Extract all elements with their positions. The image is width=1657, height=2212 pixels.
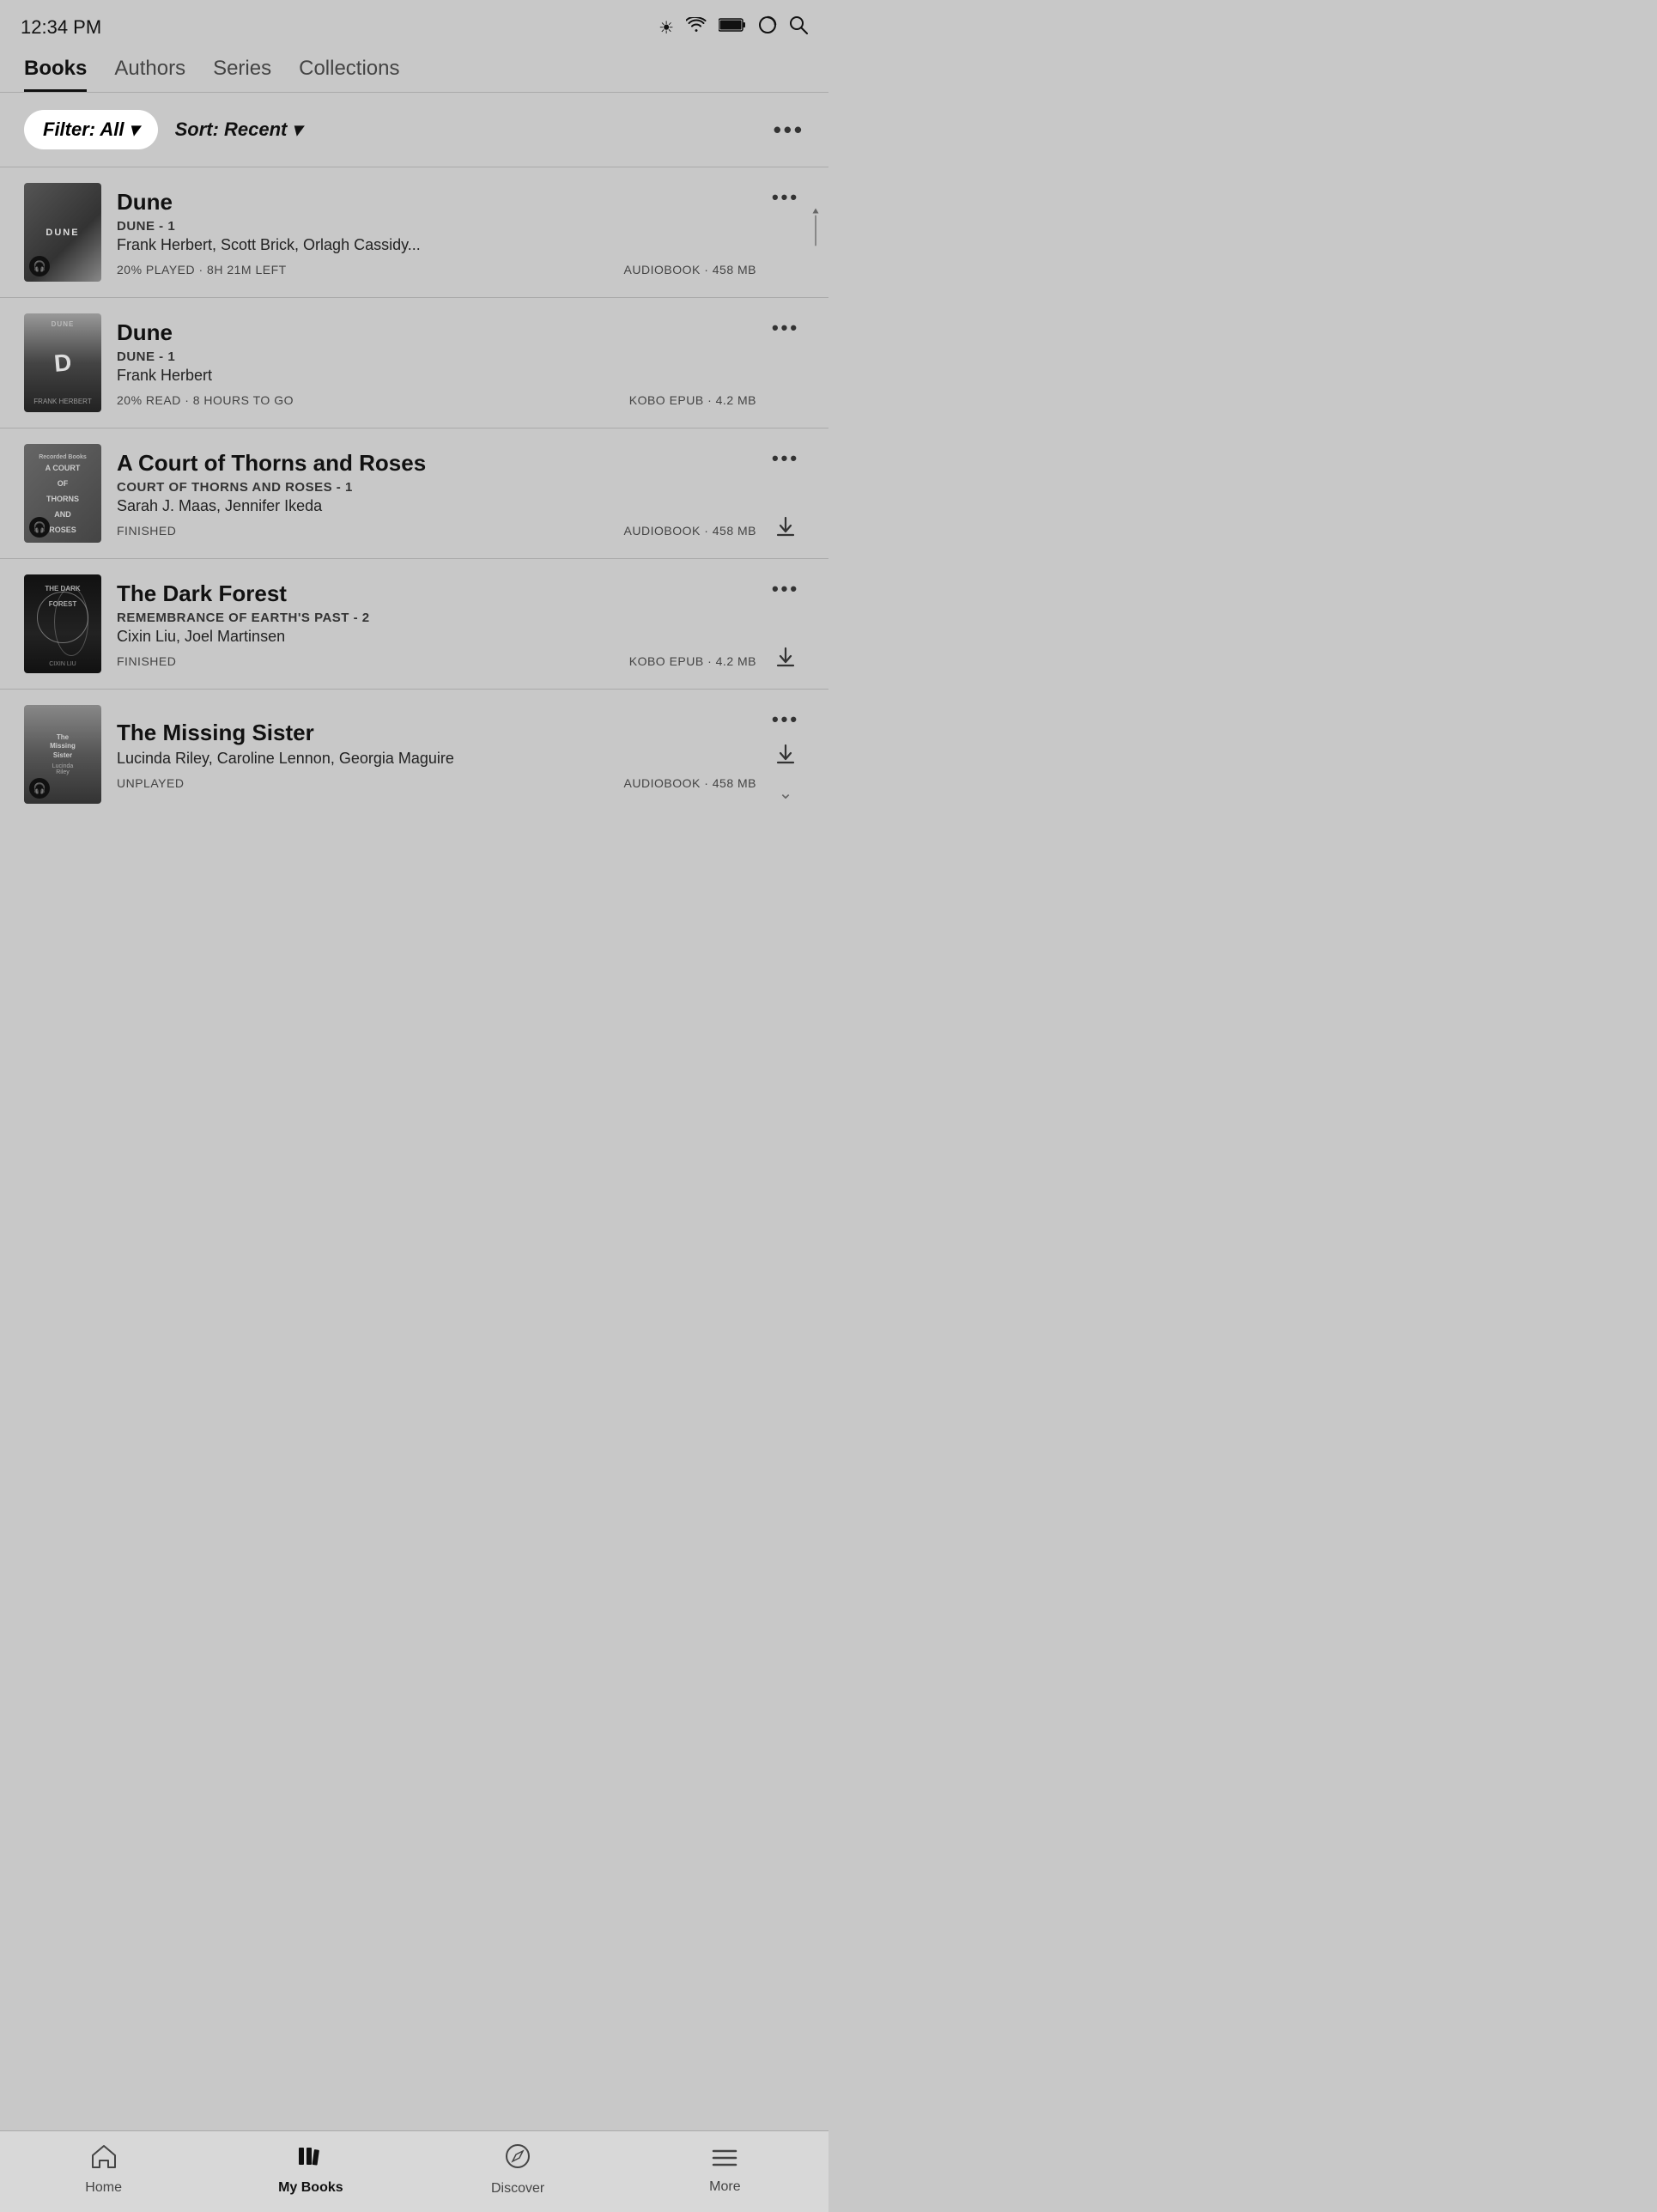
book-meta: 20% PLAYED · 8H 21M LEFT AUDIOBOOK · 458…: [117, 263, 756, 276]
book-authors: Frank Herbert: [117, 367, 756, 385]
book-meta: UNPLAYED AUDIOBOOK · 458 MB: [117, 776, 756, 790]
tabs-bar: Books Authors Series Collections: [0, 48, 828, 93]
tab-books[interactable]: Books: [24, 57, 87, 92]
filter-sort-bar: Filter: All ▾ Sort: Recent ▾ •••: [0, 93, 828, 167]
audiobook-badge: 🎧: [29, 778, 50, 799]
book-authors: Lucinda Riley, Caroline Lennon, Georgia …: [117, 750, 756, 768]
book-authors: Sarah J. Maas, Jennifer Ikeda: [117, 497, 756, 515]
book-more-button[interactable]: •••: [772, 186, 799, 209]
wifi-icon: [686, 17, 707, 38]
battery-icon: [719, 17, 746, 38]
search-icon[interactable]: [789, 15, 808, 40]
book-cover: DUNE 🎧: [24, 183, 101, 282]
download-button[interactable]: [776, 647, 795, 673]
list-item[interactable]: DUNE D FRANK HERBERT Dune DUNE - 1 Frank…: [0, 297, 828, 428]
book-format: KOBO EPUB · 4.2 MB: [629, 393, 756, 407]
nav-home[interactable]: Home: [70, 2144, 138, 2196]
book-list-items: DUNE 🎧 Dune DUNE - 1 Frank Herbert, Scot…: [0, 167, 828, 819]
expand-icon[interactable]: ⌄: [779, 782, 793, 804]
book-series: COURT OF THORNS AND ROSES - 1: [117, 480, 756, 495]
nav-discover[interactable]: Discover: [483, 2143, 552, 2197]
book-actions: •••: [767, 183, 804, 282]
nav-home-label: Home: [85, 2180, 122, 2196]
book-cover: DUNE D FRANK HERBERT: [24, 313, 101, 412]
nav-more-label: More: [709, 2179, 740, 2195]
book-meta: 20% READ · 8 HOURS TO GO KOBO EPUB · 4.2…: [117, 393, 756, 407]
book-info: Dune DUNE - 1 Frank Herbert 20% READ · 8…: [101, 313, 767, 412]
chevron-down-icon: ▾: [292, 118, 301, 141]
sync-icon: [758, 15, 777, 40]
book-format: KOBO EPUB · 4.2 MB: [629, 654, 756, 668]
list-item[interactable]: DUNE 🎧 Dune DUNE - 1 Frank Herbert, Scot…: [0, 167, 828, 297]
book-cover: Recorded Books A COURTOFTHORNSANDROSES 🎧: [24, 444, 101, 543]
book-actions: •••: [767, 574, 804, 673]
book-progress: FINISHED: [117, 654, 176, 668]
menu-icon: [712, 2145, 737, 2174]
book-title: Dune: [117, 319, 756, 346]
tab-collections[interactable]: Collections: [299, 57, 399, 92]
book-title: Dune: [117, 189, 756, 216]
book-meta: FINISHED KOBO EPUB · 4.2 MB: [117, 654, 756, 668]
book-info: A Court of Thorns and Roses COURT OF THO…: [101, 444, 767, 543]
home-icon: [91, 2144, 117, 2175]
list-item[interactable]: TheMissingSister LucindaRiley 🎧 The Miss…: [0, 689, 828, 819]
compass-icon: [505, 2143, 531, 2176]
book-progress: 20% PLAYED · 8H 21M LEFT: [117, 263, 287, 276]
nav-discover-label: Discover: [491, 2181, 544, 2197]
status-icons: ☀: [659, 15, 808, 40]
brightness-icon: ☀: [659, 17, 674, 39]
audiobook-badge: 🎧: [29, 517, 50, 538]
status-time: 12:34 PM: [21, 16, 101, 39]
more-options-button[interactable]: •••: [774, 117, 804, 143]
filter-button[interactable]: Filter: All ▾: [24, 110, 158, 149]
book-title: The Dark Forest: [117, 580, 756, 607]
book-more-button[interactable]: •••: [772, 578, 799, 600]
book-progress: FINISHED: [117, 524, 176, 538]
book-progress: 20% READ · 8 HOURS TO GO: [117, 393, 294, 407]
book-info: Dune DUNE - 1 Frank Herbert, Scott Brick…: [101, 183, 767, 282]
list-item[interactable]: CIXIN LIU THE DARKFOREST The Dark Forest…: [0, 558, 828, 689]
nav-my-books[interactable]: My Books: [276, 2144, 345, 2196]
book-info: The Missing Sister Lucinda Riley, Caroli…: [101, 705, 767, 804]
book-info: The Dark Forest REMEMBRANCE OF EARTH'S P…: [101, 574, 767, 673]
book-actions: ••• ⌄: [767, 705, 804, 804]
book-list: DUNE 🎧 Dune DUNE - 1 Frank Herbert, Scot…: [0, 167, 828, 819]
book-format: AUDIOBOOK · 458 MB: [624, 524, 756, 538]
book-title: A Court of Thorns and Roses: [117, 450, 756, 477]
book-cover: TheMissingSister LucindaRiley 🎧: [24, 705, 101, 804]
book-cover: CIXIN LIU THE DARKFOREST: [24, 574, 101, 673]
tab-authors[interactable]: Authors: [114, 57, 185, 92]
book-format: AUDIOBOOK · 458 MB: [624, 776, 756, 790]
sort-button[interactable]: Sort: Recent ▾: [175, 118, 302, 141]
chevron-down-icon: ▾: [130, 118, 139, 141]
book-meta: FINISHED AUDIOBOOK · 458 MB: [117, 524, 756, 538]
book-authors: Cixin Liu, Joel Martinsen: [117, 628, 756, 646]
book-series: DUNE - 1: [117, 219, 756, 234]
download-button[interactable]: [776, 744, 795, 770]
list-item[interactable]: Recorded Books A COURTOFTHORNSANDROSES 🎧…: [0, 428, 828, 558]
bottom-nav: Home My Books Discover: [0, 2130, 828, 2212]
book-more-button[interactable]: •••: [772, 708, 799, 731]
status-bar: 12:34 PM ☀: [0, 0, 828, 48]
book-more-button[interactable]: •••: [772, 317, 799, 339]
book-more-button[interactable]: •••: [772, 447, 799, 470]
scroll-up-area: [808, 204, 823, 260]
book-series: DUNE - 1: [117, 349, 756, 364]
tab-series[interactable]: Series: [213, 57, 271, 92]
book-progress: UNPLAYED: [117, 776, 184, 790]
book-actions: •••: [767, 313, 804, 412]
book-title: The Missing Sister: [117, 720, 756, 746]
book-series: REMEMBRANCE OF EARTH'S PAST - 2: [117, 611, 756, 625]
audiobook-badge: 🎧: [29, 256, 50, 276]
book-format: AUDIOBOOK · 458 MB: [624, 263, 756, 276]
books-icon: [297, 2144, 325, 2175]
nav-more[interactable]: More: [690, 2145, 759, 2195]
book-authors: Frank Herbert, Scott Brick, Orlagh Cassi…: [117, 236, 756, 254]
download-button[interactable]: [776, 516, 795, 543]
book-actions: •••: [767, 444, 804, 543]
nav-my-books-label: My Books: [278, 2180, 343, 2196]
